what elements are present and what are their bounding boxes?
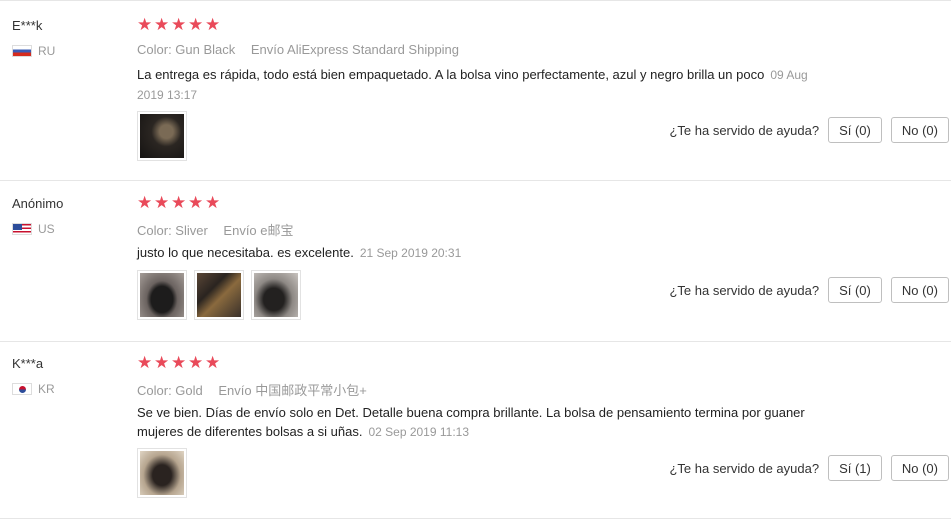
star-icon: ★	[154, 353, 170, 373]
helpful-question: ¿Te ha servido de ayuda?	[669, 122, 820, 138]
photo-image	[140, 273, 184, 317]
helpful-question: ¿Te ha servido de ayuda?	[669, 460, 820, 476]
reviewer-name: Anónimo	[12, 196, 64, 211]
flag-ru-icon	[12, 45, 32, 57]
star-rating: ★ ★ ★ ★ ★	[137, 353, 221, 373]
review-item: Anónimo US ★ ★ ★ ★ ★ Color: Sliver Envío…	[0, 180, 951, 341]
review-photos	[137, 270, 301, 320]
product-color: Color: Gun Black	[137, 42, 236, 57]
star-rating: ★ ★ ★ ★ ★	[137, 15, 221, 35]
photo-image	[140, 114, 184, 158]
reviewer-country: US	[12, 222, 55, 236]
review-item: E***k RU ★ ★ ★ ★ ★ Color: Gun Black Enví…	[0, 0, 951, 180]
review-photos	[137, 111, 187, 161]
country-code: RU	[38, 44, 56, 58]
review-body: Se ve bien. Días de envío solo en Det. D…	[137, 405, 805, 439]
helpful-vote: ¿Te ha servido de ayuda? Sí (0) No (0)	[669, 277, 949, 303]
reviewer-name: K***a	[12, 356, 44, 371]
flag-kr-icon	[12, 383, 32, 395]
review-body: La entrega es rápida, todo está bien emp…	[137, 67, 765, 82]
product-color: Color: Gold	[137, 383, 203, 398]
country-code: US	[38, 222, 55, 236]
helpful-yes-button[interactable]: Sí (1)	[828, 455, 882, 481]
star-icon: ★	[188, 193, 204, 213]
photo-image	[254, 273, 298, 317]
star-icon: ★	[137, 15, 153, 35]
reviewer-country: KR	[12, 382, 55, 396]
star-icon: ★	[154, 15, 170, 35]
review-meta: Color: Gold Envío 中国邮政平常小包+	[137, 380, 367, 399]
star-icon: ★	[137, 193, 153, 213]
review-meta: Color: Gun Black Envío AliExpress Standa…	[137, 42, 459, 57]
shipping-method: Envío 中国邮政平常小包+	[218, 383, 367, 398]
review-photo[interactable]	[251, 270, 301, 320]
star-icon: ★	[188, 353, 204, 373]
helpful-vote: ¿Te ha servido de ayuda? Sí (1) No (0)	[669, 455, 949, 481]
helpful-no-button[interactable]: No (0)	[890, 277, 949, 303]
helpful-question: ¿Te ha servido de ayuda?	[669, 282, 820, 298]
photo-image	[140, 451, 184, 495]
helpful-yes-button[interactable]: Sí (0)	[828, 117, 882, 143]
review-text: La entrega es rápida, todo está bien emp…	[137, 65, 837, 105]
review-photo[interactable]	[137, 448, 187, 498]
star-icon: ★	[205, 15, 221, 35]
star-icon: ★	[205, 193, 221, 213]
review-photo[interactable]	[194, 270, 244, 320]
star-icon: ★	[137, 353, 153, 373]
flag-us-icon	[12, 223, 32, 235]
review-text: justo lo que necesitaba. es excelente. 21…	[137, 243, 837, 263]
star-icon: ★	[171, 353, 187, 373]
reviewer-country: RU	[12, 44, 55, 58]
star-rating: ★ ★ ★ ★ ★	[137, 193, 221, 213]
photo-image	[197, 273, 241, 317]
review-text: Se ve bien. Días de envío solo en Det. D…	[137, 403, 827, 442]
review-photo[interactable]	[137, 111, 187, 161]
star-icon: ★	[205, 353, 221, 373]
star-icon: ★	[171, 193, 187, 213]
country-code: KR	[38, 382, 55, 396]
review-item: K***a KR ★ ★ ★ ★ ★ Color: Gold Envío 中国邮…	[0, 341, 951, 519]
helpful-no-button[interactable]: No (0)	[890, 117, 949, 143]
review-photo[interactable]	[137, 270, 187, 320]
shipping-method: Envío AliExpress Standard Shipping	[250, 42, 460, 57]
star-icon: ★	[171, 15, 187, 35]
helpful-vote: ¿Te ha servido de ayuda? Sí (0) No (0)	[669, 117, 949, 143]
helpful-no-button[interactable]: No (0)	[890, 455, 949, 481]
reviewer-name: E***k	[12, 18, 43, 33]
helpful-yes-button[interactable]: Sí (0)	[828, 277, 882, 303]
review-body: justo lo que necesitaba. es excelente.	[137, 245, 354, 260]
shipping-method: Envío e邮宝	[223, 223, 294, 238]
review-meta: Color: Sliver Envío e邮宝	[137, 220, 294, 239]
review-date: 02 Sep 2019 11:13	[368, 425, 470, 439]
star-icon: ★	[154, 193, 170, 213]
review-date: 21 Sep 2019 20:31	[359, 246, 462, 260]
product-color: Color: Sliver	[137, 223, 208, 238]
star-icon: ★	[188, 15, 204, 35]
review-photos	[137, 448, 187, 498]
